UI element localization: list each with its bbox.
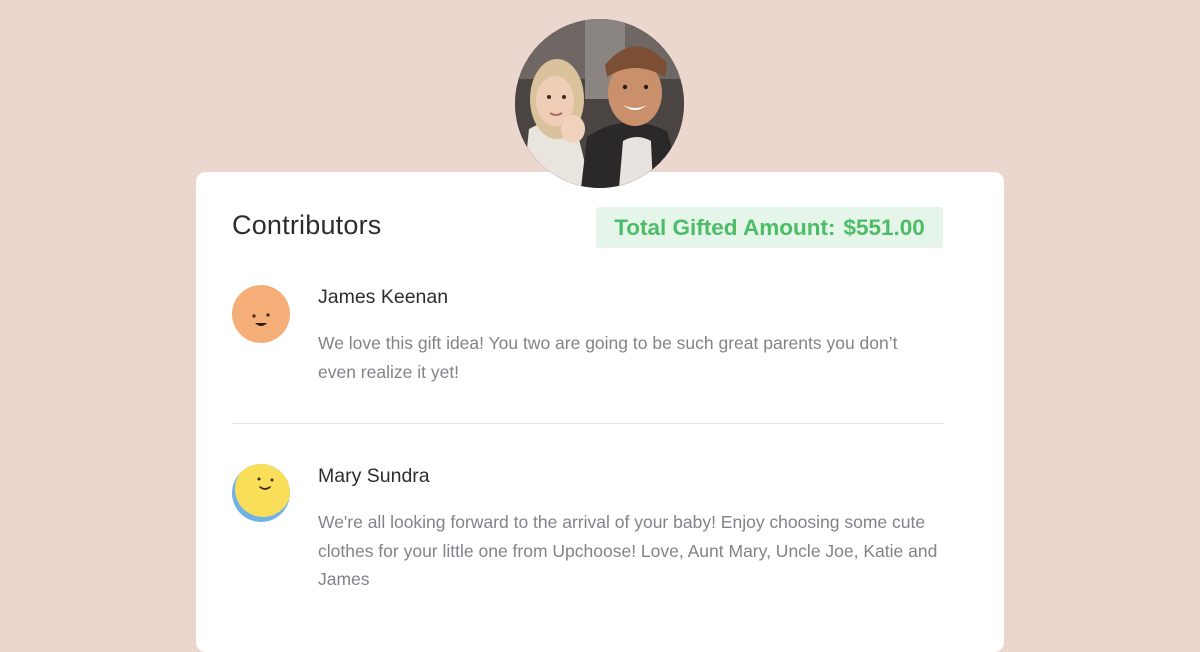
contributor-message: We're all looking forward to the arrival…	[318, 512, 938, 589]
smiley-yellow-avatar	[232, 464, 290, 522]
contributor-message: We love this gift idea! You two are goin…	[318, 333, 898, 382]
total-gifted-amount: $551.00	[843, 215, 925, 240]
total-gifted-label: Total Gifted Amount:	[614, 215, 836, 240]
card-title: Contributors	[232, 210, 382, 240]
couple-photo	[515, 19, 684, 188]
total-gifted-badge: Total Gifted Amount: $551.00	[596, 207, 943, 248]
contributor-name: Mary Sundra	[318, 465, 430, 487]
divider	[232, 423, 943, 424]
contributors-card: Contributors Total Gifted Amount: $551.00…	[196, 172, 1004, 652]
smiley-orange-avatar	[232, 285, 290, 343]
contributor-name: James Keenan	[318, 286, 449, 308]
